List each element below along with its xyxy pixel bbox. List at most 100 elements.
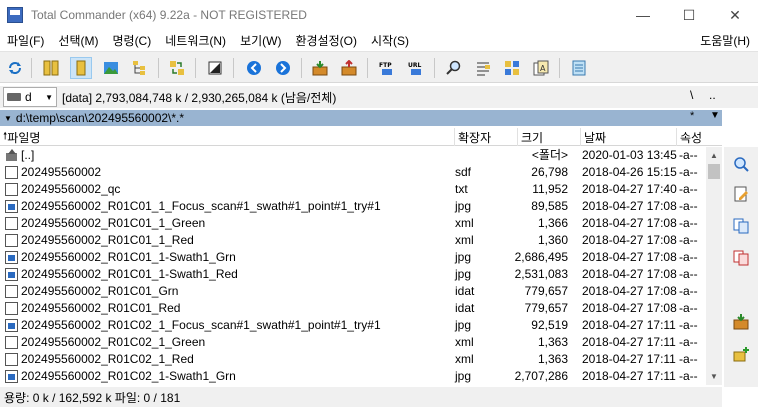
- doc-icon: [5, 285, 18, 298]
- file-row[interactable]: 202495560002_R01C02_1_Red xml 1,363 2018-04…: [0, 351, 706, 368]
- thumbnails-button[interactable]: [100, 57, 122, 79]
- file-attr: -a--: [679, 284, 698, 298]
- file-date: 2018-04-27 17:40: [582, 182, 677, 196]
- ftp-button[interactable]: FTP: [376, 57, 398, 79]
- move-button[interactable]: [732, 249, 750, 267]
- menu-net[interactable]: 네트워크(N): [158, 32, 233, 49]
- file-attr: -a--: [679, 335, 698, 349]
- url-button[interactable]: URL: [405, 57, 427, 79]
- image-icon: [5, 370, 18, 383]
- compare-dirs-button[interactable]: [501, 57, 523, 79]
- minimize-button[interactable]: —: [620, 0, 666, 30]
- file-attr: -a--: [679, 301, 698, 315]
- file-attr: -a--: [679, 199, 698, 213]
- file-name: 202495560002: [21, 165, 102, 179]
- forward-icon: [276, 61, 290, 75]
- file-date: 2018-04-27 17:11: [582, 318, 676, 332]
- header-date[interactable]: 날짜: [581, 128, 677, 146]
- selection-status: 용량: 0 k / 162,592 k 파일: 0 / 181: [4, 390, 181, 405]
- menu-show[interactable]: 보기(W): [233, 32, 288, 49]
- compare-files-button[interactable]: A: [530, 57, 552, 79]
- drive-free-space: [data] 2,793,084,748 k / 2,930,265,084 k…: [62, 90, 337, 105]
- back-button[interactable]: [243, 57, 265, 79]
- menu-commands[interactable]: 명령(C): [105, 32, 158, 49]
- file-date: 2018-04-27 17:11: [582, 335, 676, 349]
- close-button[interactable]: ✕: [712, 0, 758, 30]
- drive-selector[interactable]: d ▼: [3, 87, 57, 107]
- file-name: 202495560002_R01C01_1_Red: [21, 233, 194, 247]
- pack-button[interactable]: [309, 57, 331, 79]
- file-date: 2018-04-27 17:08: [582, 267, 677, 281]
- file-row[interactable]: 202495560002_R01C01_Grn idat 779,657 2018-0…: [0, 283, 706, 300]
- file-name: 202495560002_R01C01_1_Green: [21, 216, 206, 230]
- root-dir-button[interactable]: \: [690, 88, 693, 102]
- notepad-icon: [572, 60, 586, 76]
- file-attr: -a--: [679, 318, 698, 332]
- file-row[interactable]: 202495560002_R01C01_1-Swath1_Grn jpg 2,686…: [0, 249, 706, 266]
- move-icon: [733, 250, 749, 266]
- file-date: 2018-04-27 17:08: [582, 250, 677, 264]
- file-row[interactable]: 202495560002_R01C01_1_Green xml 1,366 2018-…: [0, 215, 706, 232]
- header-size[interactable]: 크기: [518, 128, 581, 146]
- menu-configuration[interactable]: 환경설정(O): [288, 32, 364, 49]
- scroll-up-icon[interactable]: ▲: [706, 147, 722, 164]
- file-row[interactable]: [..] <폴더> 2020-01-03 13:45 -a--: [0, 147, 706, 164]
- file-row[interactable]: 202495560002_R01C02_1_Focus_scan#1_swath…: [0, 317, 706, 334]
- history-button[interactable]: *: [690, 110, 694, 122]
- app-icon[interactable]: [7, 7, 23, 23]
- delete-button[interactable]: [732, 345, 750, 363]
- path-bar[interactable]: ▼ d:\temp\scan\202495560002\*.*: [0, 110, 722, 126]
- file-size: 2,707,286: [514, 369, 568, 383]
- menu-help[interactable]: 도움말(H): [700, 32, 750, 49]
- status-bar: 용량: 0 k / 162,592 k 파일: 0 / 181: [0, 387, 722, 407]
- url-icon: URL: [408, 62, 421, 75]
- copy-button[interactable]: [732, 217, 750, 235]
- favorites-button[interactable]: ▼: [710, 110, 720, 121]
- toolbar-separator: [233, 58, 234, 78]
- parent-dir-button[interactable]: ..: [709, 88, 716, 102]
- svg-text:A: A: [540, 64, 546, 73]
- file-row[interactable]: 202495560002 sdf 26,798 2018-04-26 15:15 -a-…: [0, 164, 706, 181]
- header-name[interactable]: 🠕 파일명: [0, 128, 455, 146]
- vertical-scrollbar[interactable]: ▲ ▼: [706, 147, 722, 385]
- edit-button[interactable]: [732, 185, 750, 203]
- file-name: 202495560002_R01C02_1-Swath1_Grn: [21, 369, 236, 383]
- menu-mark[interactable]: 선택(M): [51, 32, 105, 49]
- file-row[interactable]: 202495560002_R01C01_Red idat 779,657 2018-0…: [0, 300, 706, 317]
- unpack-button[interactable]: [338, 57, 360, 79]
- refresh-button[interactable]: [4, 57, 26, 79]
- invert-selection-button[interactable]: [204, 57, 226, 79]
- menu-start[interactable]: 시작(S): [364, 32, 416, 49]
- file-date: 2018-04-27 17:08: [582, 284, 677, 298]
- file-row[interactable]: 202495560002_R01C02_1-Swath1_Grn jpg 2,707…: [0, 368, 706, 385]
- view-button[interactable]: [732, 155, 750, 173]
- multi-rename-button[interactable]: [472, 57, 494, 79]
- notepad-button[interactable]: [568, 57, 590, 79]
- file-date: 2018-04-26 15:15: [582, 165, 677, 179]
- file-row[interactable]: 202495560002_qc txt 11,952 2018-04-27 17:40…: [0, 181, 706, 198]
- toolbar-separator: [31, 58, 32, 78]
- tree-button[interactable]: [129, 57, 151, 79]
- brief-view-button[interactable]: [40, 57, 62, 79]
- doc-icon: [5, 166, 18, 179]
- scrollbar-thumb[interactable]: [708, 164, 720, 179]
- file-name: 202495560002_R01C01_1-Swath1_Grn: [21, 250, 236, 264]
- scroll-down-icon[interactable]: ▼: [706, 368, 722, 385]
- find-button[interactable]: [443, 57, 465, 79]
- refresh-icon: [9, 62, 21, 74]
- sync-dirs-button[interactable]: [166, 57, 188, 79]
- full-view-button[interactable]: [70, 57, 92, 79]
- image-icon: [5, 319, 18, 332]
- file-row[interactable]: 202495560002_R01C01_1-Swath1_Red jpg 2,531…: [0, 266, 706, 283]
- forward-button[interactable]: [272, 57, 294, 79]
- file-row[interactable]: 202495560002_R01C02_1_Green xml 1,363 2018-…: [0, 334, 706, 351]
- file-row[interactable]: 202495560002_R01C01_1_Red xml 1,360 2018-04…: [0, 232, 706, 249]
- file-row[interactable]: 202495560002_R01C01_1_Focus_scan#1_swath…: [0, 198, 706, 215]
- file-name: 202495560002_R01C01_1_Focus_scan#1_swath…: [21, 199, 381, 213]
- menu-file[interactable]: 파일(F): [0, 32, 51, 49]
- maximize-button[interactable]: ☐: [666, 0, 712, 30]
- header-attr[interactable]: 속성: [677, 128, 722, 146]
- delete-icon: [733, 347, 749, 362]
- new-folder-button[interactable]: [732, 313, 750, 331]
- header-ext[interactable]: 확장자: [455, 128, 518, 146]
